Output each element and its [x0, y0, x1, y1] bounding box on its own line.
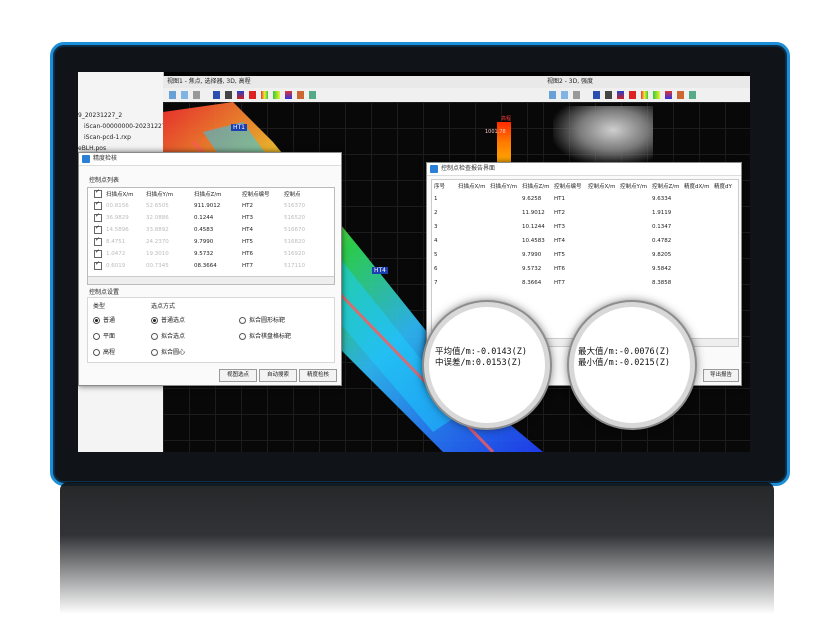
- file-item[interactable]: 9_20231227_2: [78, 112, 122, 119]
- select-all-checkbox[interactable]: [94, 188, 102, 198]
- horizontal-scrollbar[interactable]: [88, 276, 334, 284]
- type-option-plane[interactable]: 平面: [93, 331, 115, 340]
- control-point-table: 扫描点X/m 扫描点Y/m 扫描点Z/m 控制点编号 控制点 00.815652…: [87, 187, 335, 285]
- rgb-icon[interactable]: [641, 91, 648, 99]
- max-value-text: 最大值/m:-0.0076(Z): [578, 347, 671, 357]
- app-icon: [82, 155, 90, 163]
- mean-value-text: 平均值/m:-0.0143(Z): [435, 347, 528, 357]
- mode-option-normal[interactable]: 普通选点: [151, 315, 185, 324]
- dialog-title: 精度检核: [79, 153, 341, 166]
- table-row[interactable]: 14.589633.88920.4583HT4516670: [92, 224, 307, 236]
- frame-icon[interactable]: [573, 91, 580, 99]
- elevation-label: 高程: [501, 116, 512, 122]
- row-checkbox[interactable]: [94, 248, 102, 258]
- file-item[interactable]: iScan-00000000-20231227: [84, 123, 166, 130]
- view2-toolbar: [543, 88, 750, 103]
- settings-icon[interactable]: [309, 91, 316, 99]
- type-label: 类型: [93, 303, 106, 310]
- table-row[interactable]: 36.982932.08860.1244HT3516520: [92, 212, 307, 224]
- file-item[interactable]: eBLH.pos: [78, 145, 106, 152]
- table-row[interactable]: 1.047219.30109.5732HT6516920: [92, 248, 307, 260]
- view-icon[interactable]: [549, 91, 556, 99]
- color-icon[interactable]: [617, 91, 624, 99]
- control-list-label: 控制点列表: [89, 177, 120, 184]
- min-value-text: 最小值/m:-0.0215(Z): [578, 358, 671, 368]
- settings-icon[interactable]: [689, 91, 696, 99]
- view-pick-button[interactable]: 视图选点: [219, 369, 257, 382]
- mode-option-checker-target[interactable]: 拟合棋盘格标靶: [239, 331, 291, 340]
- settings-label: 控制点设置: [89, 289, 120, 296]
- palette-icon[interactable]: [297, 91, 304, 99]
- row-checkbox[interactable]: [94, 212, 102, 222]
- row-checkbox[interactable]: [94, 236, 102, 246]
- auto-search-button[interactable]: 自动搜索: [259, 369, 297, 382]
- h-icon[interactable]: [593, 91, 600, 99]
- intensity-cloud: [553, 106, 653, 166]
- rgb-icon[interactable]: [261, 91, 268, 99]
- type-option-elevation[interactable]: 高程: [93, 347, 115, 356]
- view-icon[interactable]: [169, 91, 176, 99]
- table-row[interactable]: 1 9.6258 HT1 9.6334: [432, 192, 734, 206]
- table-row[interactable]: 2 11.9012 HT2 1.9119: [432, 206, 734, 220]
- table-header: 序号 扫描点X/m 扫描点Y/m 扫描点Z/m 控制点编号 控制点X/m 控制点…: [434, 184, 732, 190]
- c-icon[interactable]: [249, 91, 256, 99]
- c-icon[interactable]: [629, 91, 636, 99]
- color-icon[interactable]: [237, 91, 244, 99]
- point-tag[interactable]: HT4: [372, 267, 388, 274]
- view1-toolbar: [163, 88, 543, 103]
- row-checkbox[interactable]: [94, 200, 102, 210]
- gradient-icon[interactable]: [653, 91, 660, 99]
- table-row[interactable]: 8.475124.23709.7990HT5516820: [92, 236, 307, 248]
- table-header: 扫描点X/m 扫描点Y/m 扫描点Z/m 控制点编号 控制点: [92, 188, 307, 200]
- frame-icon[interactable]: [193, 91, 200, 99]
- row-checkbox[interactable]: [94, 260, 102, 270]
- settings-group: [87, 297, 335, 363]
- elevation-value: 1001.78: [485, 129, 506, 135]
- accuracy-check-button[interactable]: 精度检核: [299, 369, 337, 382]
- export-report-button[interactable]: 导出报告: [703, 369, 739, 382]
- table-row[interactable]: 6 9.5732 HT6 9.5842: [432, 262, 734, 276]
- magnifier-right: 最大值/m:-0.0076(Z) 最小值/m:-0.0215(Z): [569, 302, 695, 428]
- table-row[interactable]: 7 8.3664 HT7 8.3858: [432, 276, 734, 290]
- type-option-normal[interactable]: 普通: [93, 315, 115, 324]
- i-icon[interactable]: [605, 91, 612, 99]
- rmse-value-text: 中误差/m:0.0153(Z): [435, 358, 522, 368]
- table-row[interactable]: 5 9.7990 HT5 9.8205: [432, 248, 734, 262]
- h-icon[interactable]: [213, 91, 220, 99]
- palette-icon[interactable]: [677, 91, 684, 99]
- layer-icon[interactable]: [285, 91, 292, 99]
- accuracy-check-dialog: 精度检核 控制点列表 扫描点X/m 扫描点Y/m 扫描点Z/m 控制点编号 控制…: [78, 152, 342, 386]
- gradient-icon[interactable]: [273, 91, 280, 99]
- mode-option-circle[interactable]: 拟合圆心: [151, 347, 185, 356]
- table-row[interactable]: 00.815652.6505911.9012HT2516370: [92, 200, 307, 212]
- cube-icon[interactable]: [561, 91, 568, 99]
- file-item[interactable]: iScan-pcd-1.rxp: [84, 134, 131, 141]
- mode-option-circle-target[interactable]: 拟合圆形标靶: [239, 315, 285, 324]
- dialog-title: 控制点检查报告界面: [427, 163, 741, 176]
- mode-option-fit[interactable]: 拟合选点: [151, 331, 185, 340]
- layer-icon[interactable]: [665, 91, 672, 99]
- table-row[interactable]: 0.601900.734508.3664HT7517110: [92, 260, 307, 272]
- laptop-reflection: [60, 482, 774, 614]
- app-icon: [430, 165, 438, 173]
- table-row[interactable]: 3 10.1244 HT3 0.1347: [432, 220, 734, 234]
- table-row[interactable]: 4 10.4583 HT4 0.4782: [432, 234, 734, 248]
- elevation-legend: [497, 122, 511, 162]
- point-tag[interactable]: HT1: [231, 124, 247, 131]
- cube-icon[interactable]: [181, 91, 188, 99]
- i-icon[interactable]: [225, 91, 232, 99]
- mode-label: 选点方式: [151, 303, 176, 310]
- row-checkbox[interactable]: [94, 224, 102, 234]
- magnifier-left: 平均值/m:-0.0143(Z) 中误差/m:0.0153(Z): [424, 302, 550, 428]
